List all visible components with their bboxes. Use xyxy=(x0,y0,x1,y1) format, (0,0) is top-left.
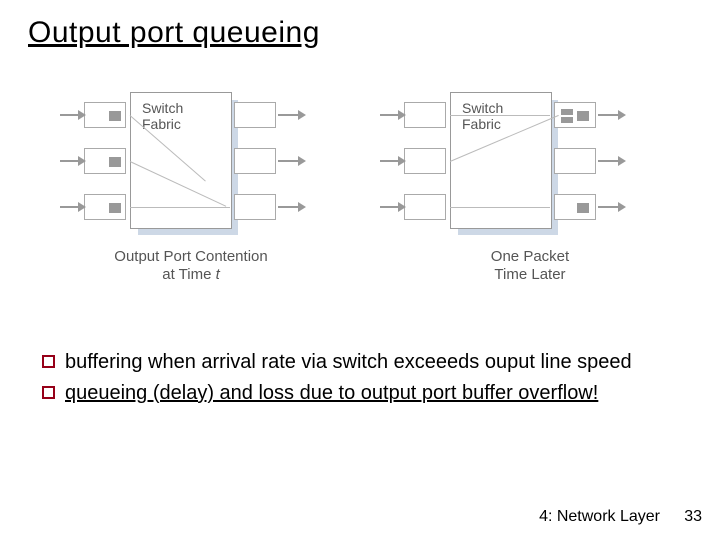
left-output-port xyxy=(234,102,276,128)
bullet-list: buffering when arrival rate via switch e… xyxy=(42,350,662,412)
switch-line xyxy=(130,207,230,208)
page-number: 33 xyxy=(684,508,702,526)
packet-icon xyxy=(109,111,121,121)
left-caption-line1: Output Port Contention xyxy=(114,248,267,265)
arrow-icon xyxy=(60,160,80,162)
right-input-port xyxy=(404,148,446,174)
arrow-icon xyxy=(380,114,400,116)
right-input-port xyxy=(404,194,446,220)
bullet-marker-icon xyxy=(42,355,55,368)
left-input-port xyxy=(84,194,126,220)
left-caption-line2-prefix: at Time xyxy=(162,266,215,283)
arrow-head-icon xyxy=(398,202,406,212)
right-caption: One Packet Time Later xyxy=(460,248,600,284)
right-output-port-queued xyxy=(554,102,596,128)
left-output-port xyxy=(234,148,276,174)
packet-icon xyxy=(109,157,121,167)
bullet-text-plain: buffering when arrival rate via switch e… xyxy=(65,351,632,373)
bullet-marker-icon xyxy=(42,386,55,399)
arrow-icon xyxy=(598,206,620,208)
arrow-head-icon xyxy=(298,110,306,120)
arrow-icon xyxy=(598,114,620,116)
queueing-diagram: SwitchFabric Output xyxy=(60,90,660,320)
right-input-port xyxy=(404,102,446,128)
packet-icon xyxy=(577,203,589,213)
packet-icon xyxy=(109,203,121,213)
arrow-head-icon xyxy=(618,110,626,120)
arrow-head-icon xyxy=(78,156,86,166)
left-switch-label: SwitchFabric xyxy=(142,100,183,132)
arrow-head-icon xyxy=(618,202,626,212)
left-input-port xyxy=(84,102,126,128)
packet-icon xyxy=(561,117,573,123)
arrow-icon xyxy=(278,160,300,162)
arrow-icon xyxy=(278,114,300,116)
left-caption-var: t xyxy=(216,266,220,283)
bullet-text-underline: queueing (delay) and loss due to output … xyxy=(65,382,598,404)
left-input-port xyxy=(84,148,126,174)
arrow-head-icon xyxy=(298,202,306,212)
arrow-icon xyxy=(60,114,80,116)
footer-text: 4: Network Layer xyxy=(539,508,660,526)
right-caption-line1: One Packet xyxy=(491,248,569,265)
left-caption: Output Port Contention at Time t xyxy=(96,248,286,284)
slide-title: Output port queueing xyxy=(28,16,320,50)
switch-line xyxy=(450,115,550,116)
arrow-head-icon xyxy=(618,156,626,166)
bullet-text: buffering when arrival rate via switch e… xyxy=(65,350,632,375)
right-output-port xyxy=(554,148,596,174)
left-output-port xyxy=(234,194,276,220)
bullet-item: queueing (delay) and loss due to output … xyxy=(42,381,662,406)
arrow-head-icon xyxy=(398,156,406,166)
bullet-text: queueing (delay) and loss due to output … xyxy=(65,381,598,406)
packet-icon xyxy=(577,111,589,121)
bullet-item: buffering when arrival rate via switch e… xyxy=(42,350,662,375)
right-caption-line2: Time Later xyxy=(494,266,565,283)
slide: Output port queueing SwitchFabric xyxy=(0,0,720,540)
packet-icon xyxy=(561,109,573,115)
arrow-icon xyxy=(598,160,620,162)
arrow-icon xyxy=(380,160,400,162)
arrow-head-icon xyxy=(398,110,406,120)
right-switch-label: SwitchFabric xyxy=(462,100,503,132)
arrow-head-icon xyxy=(298,156,306,166)
arrow-icon xyxy=(278,206,300,208)
arrow-icon xyxy=(60,206,80,208)
right-output-port xyxy=(554,194,596,220)
arrow-head-icon xyxy=(78,202,86,212)
switch-line xyxy=(450,207,550,208)
arrow-icon xyxy=(380,206,400,208)
arrow-head-icon xyxy=(78,110,86,120)
